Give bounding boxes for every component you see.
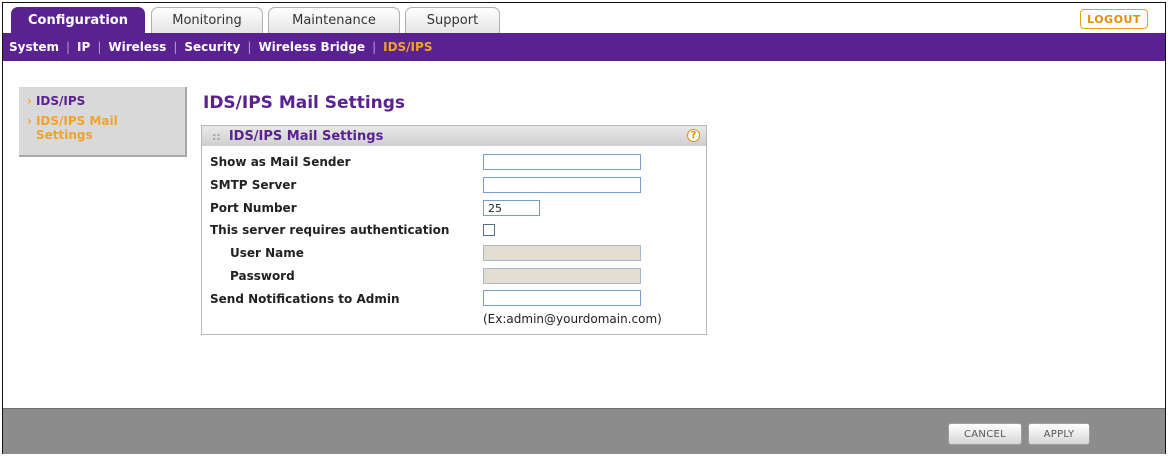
subnav-separator: | <box>247 40 252 54</box>
logout-button[interactable]: LOGOUT <box>1080 9 1148 29</box>
auth-label: This server requires authentication <box>210 223 450 237</box>
port-number-label: Port Number <box>210 201 297 215</box>
chevron-right-icon: › <box>27 114 32 128</box>
grip-icon: :: <box>212 129 221 143</box>
help-icon[interactable]: ? <box>687 129 700 142</box>
subnav-system[interactable]: System <box>9 40 59 54</box>
subnav-ip[interactable]: IP <box>77 40 90 54</box>
mail-sender-input[interactable] <box>483 154 641 170</box>
notify-admin-label: Send Notifications to Admin <box>210 292 400 306</box>
panel-header: :: IDS/IPS Mail Settings ? <box>202 126 706 146</box>
subnav-wireless-bridge[interactable]: Wireless Bridge <box>258 40 365 54</box>
user-name-label: User Name <box>230 246 304 260</box>
mail-sender-label: Show as Mail Sender <box>210 155 351 169</box>
tab-support[interactable]: Support <box>405 7 500 33</box>
subnav-separator: | <box>66 40 71 54</box>
chevron-right-icon: › <box>27 94 32 108</box>
tab-configuration[interactable]: Configuration <box>11 7 145 33</box>
footer-bar: CANCEL APPLY <box>3 408 1165 454</box>
smtp-server-label: SMTP Server <box>210 178 297 192</box>
tab-monitoring[interactable]: Monitoring <box>151 7 263 33</box>
sub-navigation: System | IP | Wireless | Security | Wire… <box>3 33 1165 61</box>
password-label: Password <box>230 269 295 283</box>
port-number-input[interactable] <box>483 200 540 216</box>
sidebar-item-label: IDS/IPS <box>35 94 86 108</box>
auth-checkbox[interactable] <box>483 224 495 236</box>
apply-button[interactable]: APPLY <box>1028 423 1090 445</box>
subnav-wireless[interactable]: Wireless <box>108 40 166 54</box>
notify-admin-input[interactable] <box>483 290 641 306</box>
tab-maintenance[interactable]: Maintenance <box>268 7 400 33</box>
sidebar-item-ids-ips[interactable]: › IDS/IPS <box>19 94 185 108</box>
app-window: Configuration Monitoring Maintenance Sup… <box>2 2 1166 454</box>
notify-admin-hint: (Ex:admin@yourdomain.com) <box>483 312 662 326</box>
subnav-separator: | <box>97 40 102 54</box>
sidebar: › IDS/IPS › IDS/IPS Mail Settings <box>19 87 187 157</box>
mail-settings-panel: :: IDS/IPS Mail Settings ? Show as Mail … <box>201 125 707 335</box>
sidebar-item-mail-settings[interactable]: › IDS/IPS Mail Settings <box>19 114 185 142</box>
password-input[interactable] <box>483 268 641 284</box>
cancel-button[interactable]: CANCEL <box>948 423 1022 445</box>
subnav-separator: | <box>173 40 178 54</box>
sidebar-item-label: IDS/IPS Mail Settings <box>35 114 118 142</box>
subnav-ids-ips[interactable]: IDS/IPS <box>383 40 432 54</box>
subnav-separator: | <box>372 40 377 54</box>
smtp-server-input[interactable] <box>483 177 641 193</box>
subnav-security[interactable]: Security <box>184 40 240 54</box>
panel-title: IDS/IPS Mail Settings <box>228 128 384 144</box>
page-title: IDS/IPS Mail Settings <box>203 93 406 113</box>
main-tab-bar: Configuration Monitoring Maintenance Sup… <box>3 3 1165 33</box>
user-name-input[interactable] <box>483 245 641 261</box>
